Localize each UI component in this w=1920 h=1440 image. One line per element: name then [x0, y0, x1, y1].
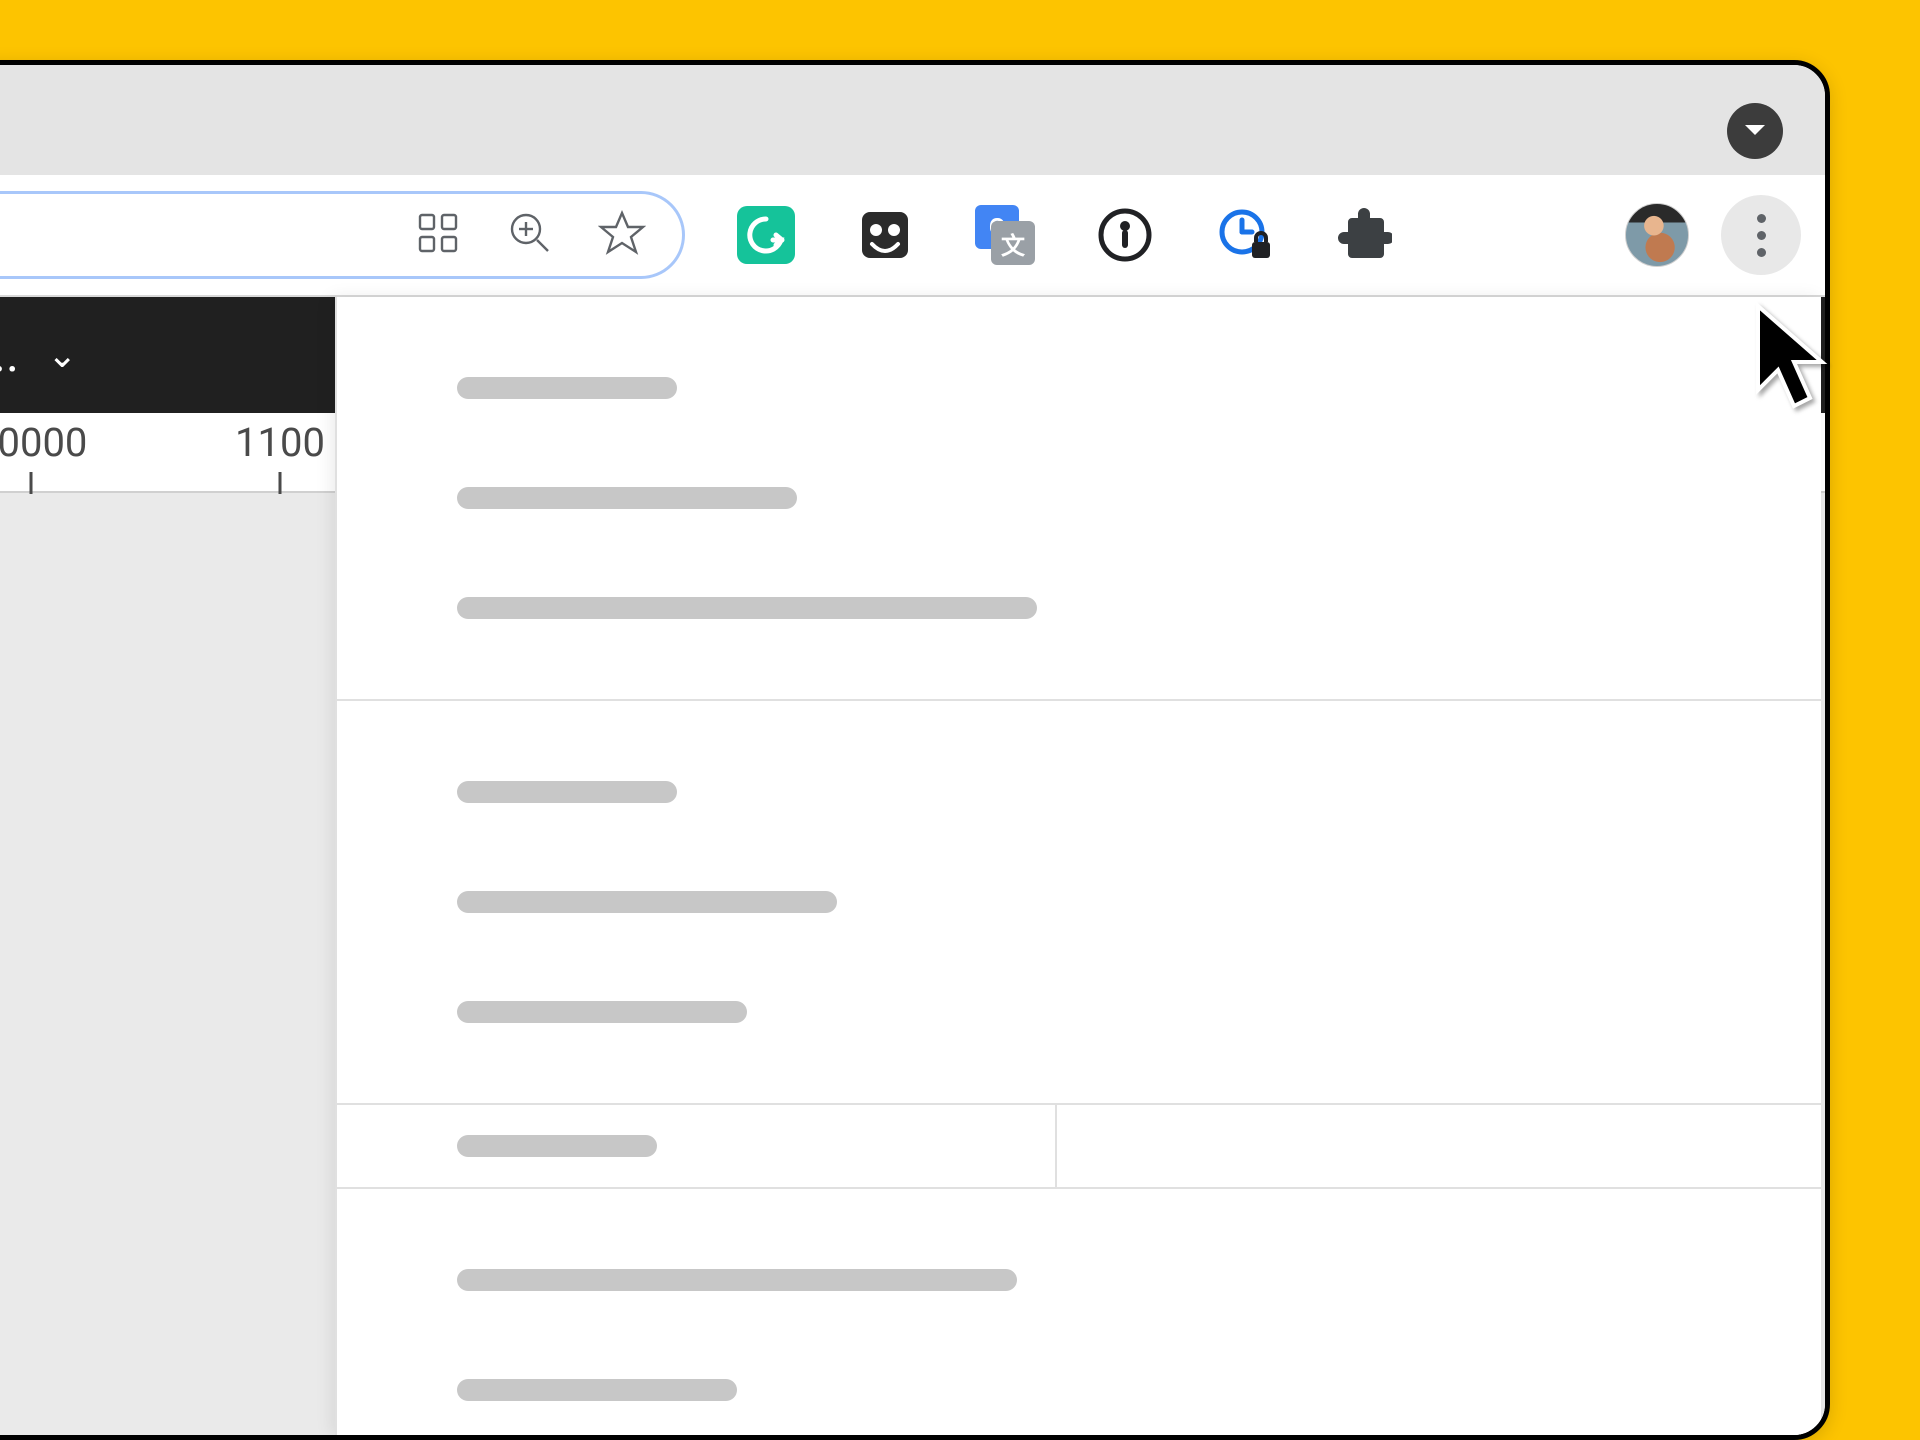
ruler-tick-label: 10000	[0, 419, 87, 466]
tampermonkey-icon[interactable]	[855, 205, 915, 265]
toolbar: G 文	[0, 175, 1825, 297]
chrome-overflow-menu	[335, 297, 1821, 1435]
profile-avatar[interactable]	[1625, 203, 1689, 267]
onepassword-icon[interactable]	[1095, 205, 1155, 265]
menu-item[interactable]	[337, 1225, 1821, 1335]
menu-item[interactable]	[337, 443, 1821, 553]
qr-icon[interactable]	[414, 209, 462, 261]
menu-zoom-row[interactable]	[337, 1105, 1821, 1189]
extension-icons: G 文	[737, 205, 1395, 265]
browser-window: G 文	[0, 60, 1830, 1440]
dark-bar-label: rt...	[0, 326, 19, 384]
ruler-tick-label: 1100	[235, 419, 325, 466]
menu-item[interactable]	[337, 957, 1821, 1067]
grammarly-icon[interactable]	[737, 206, 795, 264]
menu-item[interactable]	[337, 847, 1821, 957]
address-bar[interactable]	[0, 191, 685, 279]
star-icon[interactable]	[598, 209, 646, 261]
extensions-puzzle-icon[interactable]	[1335, 205, 1395, 265]
tabs-dropdown-icon[interactable]	[1727, 103, 1783, 159]
menu-item[interactable]	[337, 737, 1821, 847]
menu-item[interactable]	[337, 333, 1821, 443]
chevron-down-icon[interactable]: ⌄	[47, 334, 77, 376]
zoom-in-icon[interactable]	[506, 209, 554, 261]
menu-item[interactable]	[337, 553, 1821, 663]
translate-cn-label: 文	[991, 221, 1035, 265]
google-translate-icon[interactable]: G 文	[975, 205, 1035, 265]
tab-strip	[0, 65, 1825, 175]
menu-item[interactable]	[337, 1335, 1821, 1440]
more-vert-icon[interactable]	[1721, 195, 1801, 275]
clock-lock-icon[interactable]	[1215, 205, 1275, 265]
